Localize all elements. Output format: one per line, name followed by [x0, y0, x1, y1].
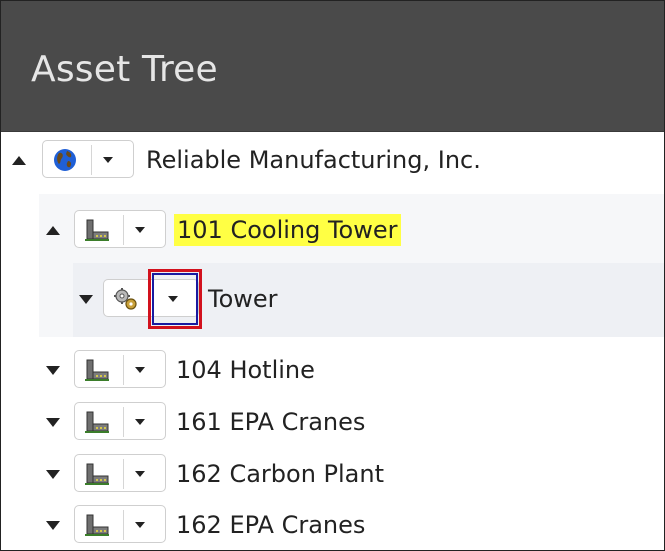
- tree-node-root[interactable]: Reliable Manufacturing, Inc.: [1, 134, 664, 186]
- node-label[interactable]: Reliable Manufacturing, Inc.: [146, 134, 481, 186]
- tree-node-sibling[interactable]: 104 Hotline: [1, 344, 664, 396]
- tree-node-sibling[interactable]: 162 Carbon Plant: [1, 448, 664, 500]
- node-menu-button[interactable]: [74, 350, 166, 388]
- node-label[interactable]: 161 EPA Cranes: [176, 396, 365, 448]
- button-divider: [123, 355, 124, 385]
- expand-caret-icon[interactable]: [46, 418, 60, 427]
- node-menu-button[interactable]: [74, 210, 166, 248]
- factory-icon: [85, 411, 109, 433]
- factory-icon: [85, 219, 109, 241]
- chevron-down-icon: [135, 227, 145, 233]
- factory-icon: [85, 514, 109, 536]
- collapse-caret-icon[interactable]: [46, 226, 60, 235]
- expand-caret-icon[interactable]: [46, 521, 60, 530]
- node-label[interactable]: 104 Hotline: [176, 344, 315, 396]
- node-menu-button[interactable]: [74, 402, 166, 440]
- panel-title: Asset Tree: [31, 49, 218, 90]
- button-divider: [91, 145, 92, 175]
- globe-icon: [54, 149, 76, 171]
- panel-header: Asset Tree: [1, 1, 664, 132]
- factory-icon: [85, 463, 109, 485]
- chevron-down-icon: [135, 471, 145, 477]
- node-menu-button[interactable]: [74, 454, 166, 492]
- expand-caret-icon[interactable]: [46, 366, 60, 375]
- button-divider: [123, 407, 124, 437]
- collapse-caret-icon[interactable]: [12, 156, 26, 165]
- node-menu-button[interactable]: [42, 140, 134, 178]
- expand-caret-icon[interactable]: [46, 470, 60, 479]
- tree-node-cooling-tower[interactable]: 101 Cooling Tower: [1, 204, 664, 256]
- chevron-down-icon: [135, 522, 145, 528]
- tree-node-sibling[interactable]: 162 EPA Cranes: [1, 499, 664, 550]
- button-divider: [123, 459, 124, 489]
- gears-icon: [114, 288, 137, 310]
- button-divider: [123, 215, 124, 245]
- chevron-down-icon: [135, 419, 145, 425]
- node-label[interactable]: 162 Carbon Plant: [176, 448, 384, 500]
- node-menu-button[interactable]: [74, 505, 166, 543]
- node-label[interactable]: 162 EPA Cranes: [176, 499, 365, 550]
- tree-node-sibling[interactable]: 161 EPA Cranes: [1, 396, 664, 448]
- asset-tree-panel: Asset Tree Reliable Manufacturing, Inc.: [0, 0, 665, 551]
- expand-caret-icon[interactable]: [79, 295, 93, 304]
- button-divider: [123, 510, 124, 540]
- tree-node-tower[interactable]: Tower: [1, 273, 592, 325]
- node-label[interactable]: Tower: [208, 273, 278, 325]
- factory-icon: [85, 359, 109, 381]
- chevron-down-icon: [103, 157, 113, 163]
- highlight-annotation-box: [148, 269, 202, 329]
- chevron-down-icon: [135, 367, 145, 373]
- node-label[interactable]: 101 Cooling Tower: [174, 214, 401, 246]
